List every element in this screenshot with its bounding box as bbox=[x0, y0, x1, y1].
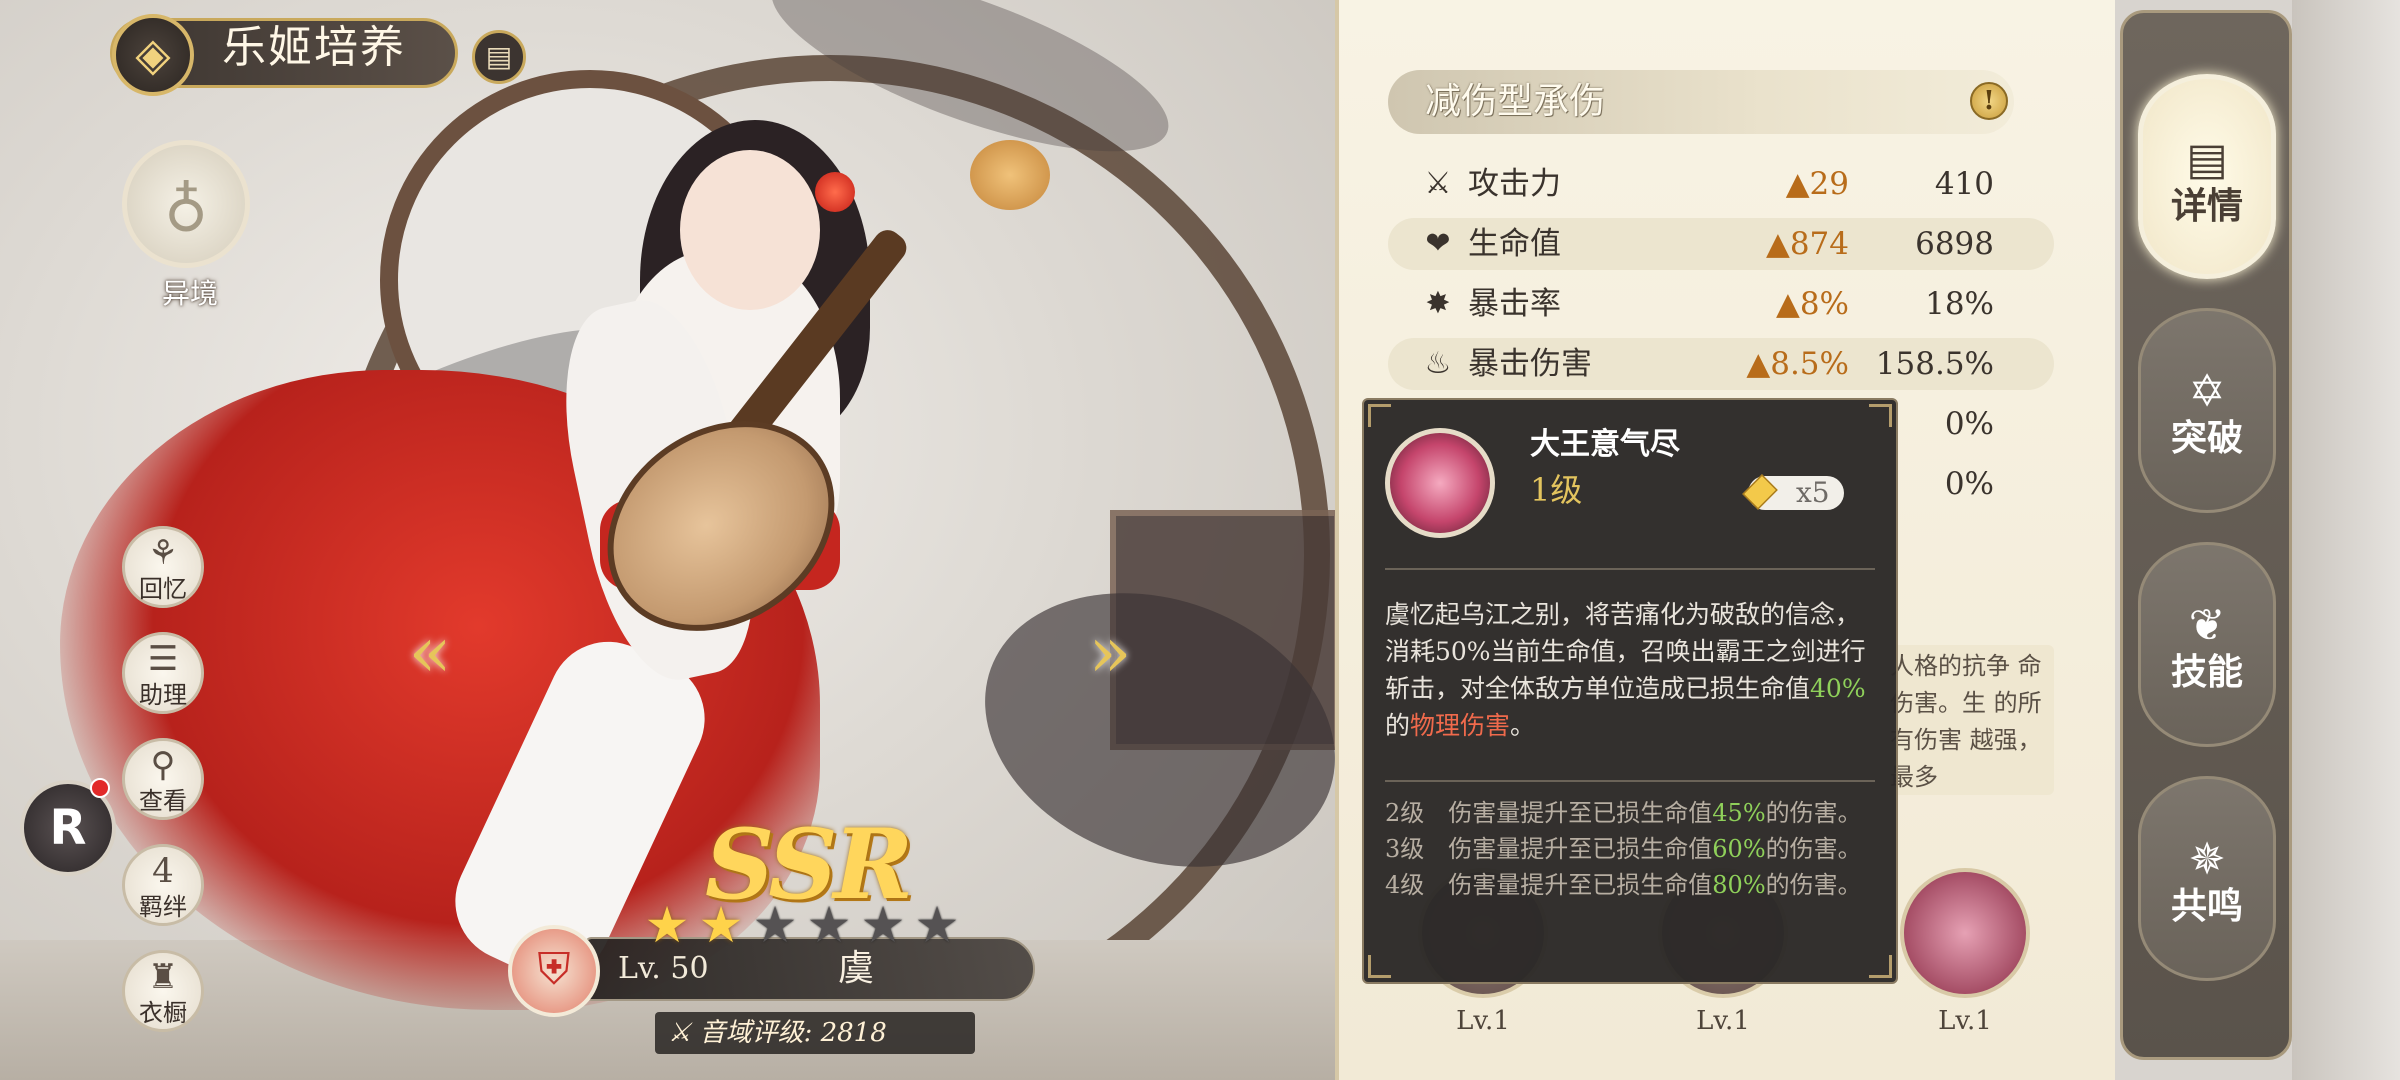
star-rating: ★ ★ ★ ★ ★ ★ bbox=[640, 900, 964, 950]
notebook-icon[interactable]: ▤ bbox=[472, 30, 526, 84]
details-icon: ▤ bbox=[2186, 134, 2228, 185]
assistant-label: 助理 bbox=[139, 681, 187, 709]
wardrobe-button[interactable]: ♜ 衣橱 bbox=[122, 950, 204, 1032]
skill-tooltip-description: 虞忆起乌江之别，将苦痛化为破敌的信念，消耗50%当前生命值，召唤出霸王之剑进行斩… bbox=[1385, 600, 1866, 740]
corner-ornament bbox=[1869, 404, 1892, 427]
magnifier-icon: ⚲ bbox=[150, 745, 176, 785]
stat-value: 6898 bbox=[1915, 226, 1994, 262]
skill-name: 大王意气尽 bbox=[1530, 427, 1680, 462]
upgrade-line: 2级 伤害量提升至已损生命值45%的伤害。 bbox=[1385, 799, 1862, 827]
star-empty-icon: ★ bbox=[860, 896, 906, 954]
back-diamond-icon[interactable]: ◈ bbox=[112, 14, 194, 96]
score-value: 音域评级: 2818 bbox=[699, 1018, 887, 1048]
otherworld-label: 异境 bbox=[161, 277, 218, 310]
stat-row-attack: ⚔ 攻击力 ▲29 410 bbox=[1388, 158, 2054, 210]
stat-row-crit-rate: ✸ 暴击率 ▲8% 18% bbox=[1388, 278, 2054, 330]
dress-icon: ♜ bbox=[147, 957, 179, 997]
tab-skills[interactable]: ❦ 技能 bbox=[2138, 542, 2276, 747]
dragon-emblem-icon: ♁ bbox=[164, 169, 208, 239]
class-shield-icon: ⛨ bbox=[508, 925, 600, 1017]
hair-flower bbox=[815, 172, 855, 212]
stat-increase: ▲8% bbox=[1775, 286, 1849, 322]
tab-label: 共鸣 bbox=[2170, 886, 2243, 927]
star-empty-icon: ★ bbox=[752, 896, 798, 954]
star-empty-icon: ★ bbox=[806, 896, 852, 954]
skill-icon bbox=[1385, 428, 1495, 538]
corner-ornament bbox=[1368, 404, 1391, 427]
view-label: 查看 bbox=[139, 787, 187, 815]
otherworld-button[interactable]: ♁ bbox=[122, 140, 250, 268]
stat-increase: ▲29 bbox=[1785, 166, 1849, 202]
page-title: 乐姬培养 bbox=[222, 22, 406, 73]
corner-ornament bbox=[1368, 955, 1391, 978]
stat-name: 暴击率 bbox=[1468, 286, 1561, 322]
pipa-flower bbox=[970, 140, 1050, 210]
stat-increase: ▲8.5% bbox=[1746, 346, 1849, 382]
tab-label: 技能 bbox=[2170, 652, 2243, 693]
divider bbox=[1385, 568, 1875, 570]
bond-button[interactable]: 4 羁绊 bbox=[122, 844, 204, 926]
view-button[interactable]: ⚲ 查看 bbox=[122, 738, 204, 820]
skill-cost: x5 bbox=[1796, 476, 1830, 509]
stat-value: 0% bbox=[1944, 466, 1994, 502]
stat-increase: ▲874 bbox=[1765, 226, 1849, 262]
breakthrough-icon: ✡ bbox=[2188, 366, 2226, 417]
skill-level: Lv.1 bbox=[1696, 1006, 1750, 1036]
crit-damage-icon: ♨ bbox=[1424, 346, 1452, 381]
stat-name: 暴击伤害 bbox=[1468, 346, 1592, 382]
skill-tab-icon: ❦ bbox=[2188, 600, 2226, 651]
crossed-swords-icon: ⚔ bbox=[668, 1018, 700, 1048]
wardrobe-label: 衣橱 bbox=[139, 999, 187, 1027]
upgrade-line: 3级 伤害量提升至已损生命值60%的伤害。 bbox=[1385, 835, 1862, 863]
prev-character-arrow-icon[interactable]: « bbox=[395, 612, 465, 692]
notification-dot bbox=[90, 778, 110, 798]
stat-value: 0% bbox=[1944, 406, 1994, 442]
info-icon[interactable]: ! bbox=[1970, 82, 2008, 120]
stat-row-hp: ❤ 生命值 ▲874 6898 bbox=[1388, 218, 2054, 270]
stat-value: 18% bbox=[1925, 286, 1994, 322]
character-face bbox=[680, 150, 820, 310]
corner-ornament bbox=[1869, 955, 1892, 978]
next-character-arrow-icon[interactable]: » bbox=[1075, 612, 1145, 692]
character-name: 虞 bbox=[838, 948, 875, 989]
heart-icon: ❤ bbox=[1425, 226, 1451, 261]
tab-breakthrough[interactable]: ✡ 突破 bbox=[2138, 308, 2276, 513]
tab-resonance[interactable]: ✵ 共鸣 bbox=[2138, 776, 2276, 981]
tab-label: 详情 bbox=[2170, 186, 2243, 227]
stat-name: 攻击力 bbox=[1468, 166, 1561, 202]
section-title: 减伤型承伤 bbox=[1425, 81, 1606, 122]
star-filled-icon: ★ bbox=[698, 896, 744, 954]
stat-name: 生命值 bbox=[1468, 226, 1561, 262]
memory-icon: ⚘ bbox=[147, 533, 179, 573]
skill-level: Lv.1 bbox=[1456, 1006, 1510, 1036]
skill-slot[interactable] bbox=[1900, 868, 2030, 998]
assistant-button[interactable]: ☰ 助理 bbox=[122, 632, 204, 714]
stat-value: 158.5% bbox=[1875, 346, 1994, 382]
burst-icon: ✸ bbox=[1425, 286, 1451, 321]
resonance-icon: ✵ bbox=[2188, 834, 2226, 885]
memory-label: 回忆 bbox=[139, 575, 187, 603]
skill-level-text: 1级 bbox=[1530, 471, 1583, 509]
bond-label: 羁绊 bbox=[139, 893, 187, 921]
heart-icon: 4 bbox=[152, 851, 174, 891]
tab-details[interactable]: ▤ 详情 bbox=[2138, 74, 2276, 279]
character-level: Lv. 50 bbox=[618, 951, 709, 986]
memory-button[interactable]: ⚘ 回忆 bbox=[122, 526, 204, 608]
star-filled-icon: ★ bbox=[644, 896, 690, 954]
sword-icon: ⚔ bbox=[1424, 166, 1452, 201]
edge-background bbox=[2292, 0, 2400, 1080]
skill-level: Lv.1 bbox=[1938, 1006, 1992, 1036]
score-text: ⚔ 音域评级: 2818 bbox=[668, 1016, 887, 1050]
divider bbox=[1385, 780, 1875, 782]
tab-label: 突破 bbox=[2170, 418, 2243, 459]
stat-row-crit-damage: ♨ 暴击伤害 ▲8.5% 158.5% bbox=[1388, 338, 2054, 390]
star-empty-icon: ★ bbox=[914, 896, 960, 954]
upgrade-line: 4级 伤害量提升至已损生命值80%的伤害。 bbox=[1385, 871, 1862, 899]
skill-description-text: 人格的抗争 命伤害。生 的所有伤害 越强，最多 bbox=[1890, 652, 2042, 791]
assistant-icon: ☰ bbox=[147, 639, 179, 679]
stat-value: 410 bbox=[1934, 166, 1994, 202]
